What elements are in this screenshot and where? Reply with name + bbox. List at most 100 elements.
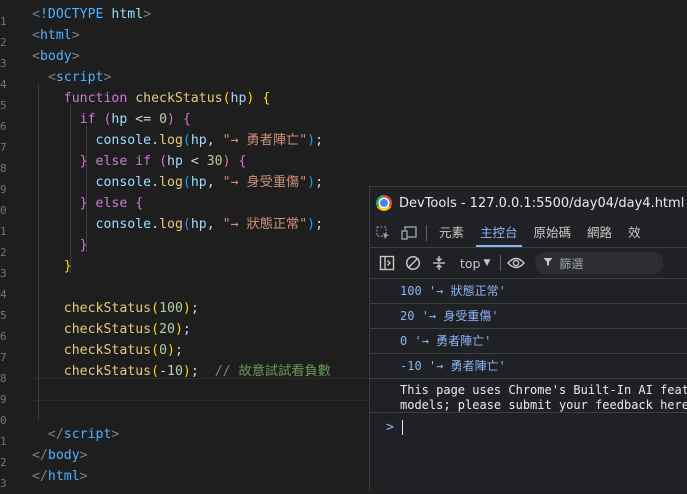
devtools-window[interactable]: DevTools - 127.0.0.1:5500/day04/day4.htm… bbox=[369, 186, 687, 491]
code-token: > bbox=[79, 448, 88, 463]
line-number-gutter: 1 2 3 4 5 6 7 8 9 0 1 2 3 4 5 6 7 8 9 0 1 2 3 bbox=[0, 0, 14, 490]
code-token: ( bbox=[222, 91, 231, 106]
clear-console-icon[interactable] bbox=[402, 252, 424, 274]
line-number: 1 bbox=[0, 225, 7, 238]
code-line[interactable]: checkStatus(0); bbox=[32, 340, 183, 361]
filter-icon bbox=[543, 257, 553, 270]
code-line[interactable]: function checkStatus(hp) { bbox=[32, 88, 271, 109]
code-token: ) bbox=[182, 364, 191, 379]
code-token: hp bbox=[230, 91, 247, 106]
code-line[interactable]: console.log(hp, "→ 勇者陣亡"); bbox=[32, 130, 324, 151]
code-token: > bbox=[143, 7, 152, 22]
code-token: > bbox=[71, 49, 80, 64]
log-number: -10 bbox=[400, 359, 422, 373]
line-number: 5 bbox=[0, 309, 7, 322]
code-token: ) bbox=[182, 301, 191, 316]
code-line[interactable]: if (hp <= 0) { bbox=[32, 109, 191, 130]
code-token: console bbox=[95, 133, 152, 148]
code-token: <= bbox=[127, 112, 160, 127]
code-token: > bbox=[103, 70, 112, 85]
console-log-row[interactable]: 0 '→ 勇者陣亡' bbox=[370, 329, 687, 354]
log-string: '→ 勇者陣亡' bbox=[414, 334, 492, 348]
code-token: hp bbox=[111, 112, 128, 127]
console-prompt[interactable]: > bbox=[370, 413, 687, 441]
console-output[interactable]: 100 '→ 狀態正常' 20 '→ 身受重傷' 0 '→ 勇者陣亡' -10 … bbox=[370, 279, 687, 441]
code-line[interactable]: <html> bbox=[32, 25, 80, 46]
code-token: , bbox=[206, 217, 223, 232]
code-line[interactable]: } bbox=[32, 235, 88, 256]
code-line[interactable]: <!DOCTYPE html> bbox=[32, 4, 151, 25]
code-line[interactable]: </script> bbox=[32, 424, 119, 445]
code-line[interactable]: </body> bbox=[32, 445, 88, 466]
log-string: '→ 勇者陣亡' bbox=[428, 359, 506, 373]
code-token: body bbox=[39, 49, 72, 64]
inspect-element-icon[interactable] bbox=[370, 219, 396, 247]
line-number bbox=[0, 0, 14, 11]
group-similar-icon[interactable] bbox=[428, 252, 450, 274]
context-selector-value: top bbox=[460, 255, 481, 271]
line-number: 4 bbox=[0, 288, 7, 301]
code-token: </ bbox=[32, 448, 48, 463]
code-token: checkStatus bbox=[135, 91, 223, 106]
code-token: . bbox=[151, 175, 160, 190]
code-line[interactable]: } else if (hp < 30) { bbox=[32, 151, 247, 172]
tab-console[interactable]: 主控台 bbox=[472, 219, 526, 247]
log-number: 0 bbox=[400, 334, 408, 348]
code-token: else bbox=[87, 196, 136, 211]
console-log-row[interactable]: 20 '→ 身受重傷' bbox=[370, 304, 687, 329]
console-log-row[interactable]: 100 '→ 狀態正常' bbox=[370, 279, 687, 304]
code-line[interactable]: <body> bbox=[32, 46, 80, 67]
code-token: ; bbox=[315, 175, 324, 190]
code-line[interactable]: <script> bbox=[32, 67, 112, 88]
code-token: < bbox=[32, 49, 40, 64]
code-line[interactable]: checkStatus(-10); // 故意試試看負數 bbox=[32, 361, 331, 382]
code-line[interactable]: </html> bbox=[32, 466, 88, 487]
console-filter-input[interactable]: 篩選 bbox=[535, 252, 664, 274]
code-token: checkStatus bbox=[63, 364, 152, 379]
code-token: , bbox=[206, 133, 223, 148]
tab-elements[interactable]: 元素 bbox=[431, 219, 472, 247]
tab-performance[interactable]: 效 bbox=[620, 219, 649, 247]
devtools-titlebar[interactable]: DevTools - 127.0.0.1:5500/day04/day4.htm… bbox=[370, 187, 687, 219]
context-selector[interactable]: top ▼ bbox=[454, 256, 496, 271]
line-number: 8 bbox=[0, 162, 7, 175]
info-message-line: This page uses Chrome's Built-In AI feat bbox=[400, 383, 687, 397]
line-number: 2 bbox=[0, 456, 7, 469]
live-expression-eye-icon[interactable] bbox=[505, 252, 527, 274]
code-line[interactable]: checkStatus(100); bbox=[32, 298, 199, 319]
code-token: - bbox=[159, 364, 168, 379]
code-token: 10 bbox=[167, 364, 183, 379]
code-token: !DOCTYPE bbox=[39, 7, 104, 22]
code-token: checkStatus bbox=[63, 343, 152, 358]
code-token: { bbox=[262, 91, 271, 106]
code-token: < bbox=[32, 70, 56, 85]
tab-sources[interactable]: 原始碼 bbox=[526, 219, 580, 247]
code-token: } bbox=[79, 238, 88, 253]
code-token: 0 bbox=[159, 112, 168, 127]
line-number: 1 bbox=[0, 435, 7, 448]
code-line[interactable]: console.log(hp, "→ 狀態正常"); bbox=[32, 214, 324, 235]
code-token: < bbox=[32, 28, 40, 43]
code-line[interactable]: } bbox=[32, 256, 72, 277]
chrome-logo-icon bbox=[376, 195, 392, 211]
device-toggle-icon[interactable] bbox=[396, 219, 422, 247]
console-log-row[interactable]: -10 '→ 勇者陣亡' bbox=[370, 354, 687, 379]
line-number: 3 bbox=[0, 267, 7, 280]
code-token: html bbox=[39, 28, 72, 43]
code-token: 30 bbox=[206, 154, 223, 169]
code-token: < bbox=[32, 7, 40, 22]
code-token: hp bbox=[167, 154, 183, 169]
tab-network[interactable]: 網路 bbox=[579, 219, 620, 247]
code-line[interactable]: } else { bbox=[32, 193, 144, 214]
code-line[interactable]: console.log(hp, "→ 身受重傷"); bbox=[32, 172, 324, 193]
code-token: ; bbox=[174, 343, 183, 358]
code-token: ) bbox=[174, 322, 183, 337]
code-token: html bbox=[103, 7, 144, 22]
code-line[interactable]: checkStatus(20); bbox=[32, 319, 191, 340]
sidebar-toggle-icon[interactable] bbox=[376, 252, 398, 274]
